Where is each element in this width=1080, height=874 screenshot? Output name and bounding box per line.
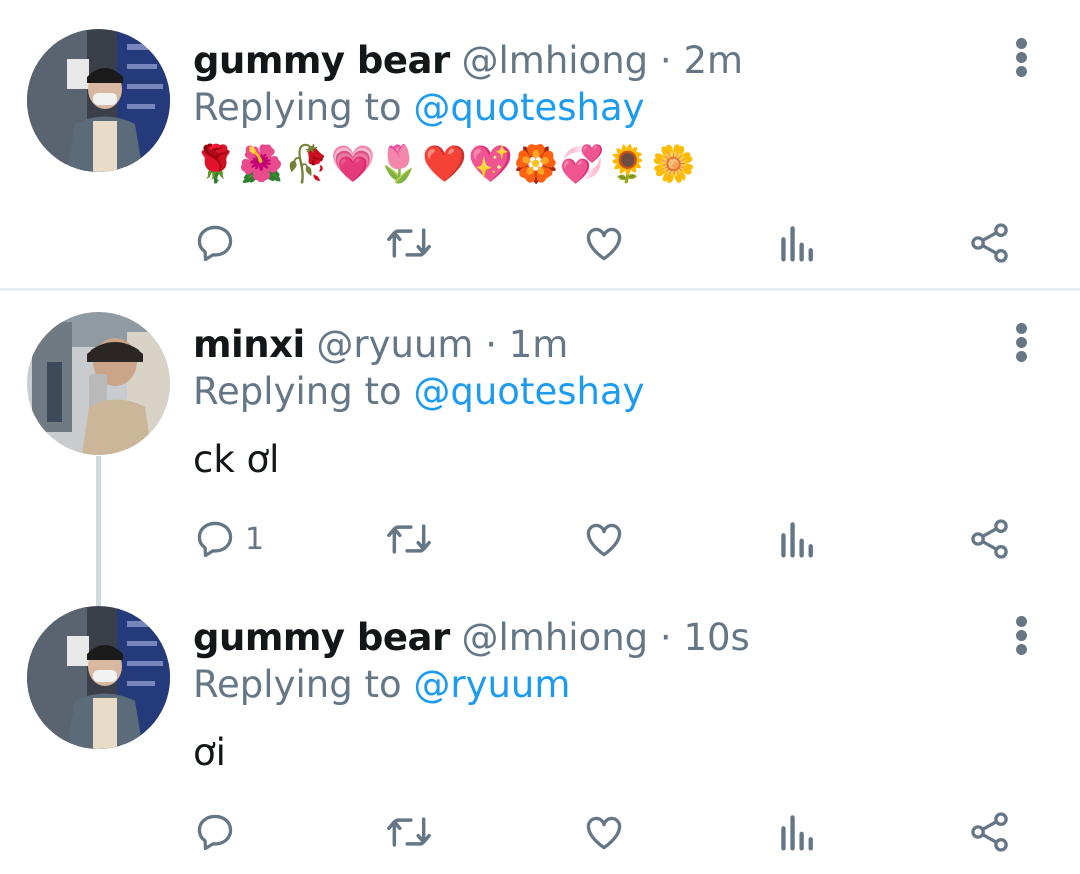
share-button[interactable]	[968, 219, 1012, 267]
user-handle[interactable]: @lmhiong	[462, 616, 649, 659]
share-icon	[971, 519, 1008, 559]
tweet-text: ck ơl	[193, 438, 280, 481]
action-bar: 1	[0, 515, 1080, 563]
user-handle[interactable]: @ryuum	[316, 323, 473, 366]
reply-count: 1	[245, 521, 265, 557]
replying-to: Replying to @ryuum	[193, 660, 570, 710]
analytics-button[interactable]	[778, 219, 818, 267]
like-button[interactable]	[582, 515, 626, 563]
analytics-icon	[781, 522, 813, 558]
avatar[interactable]	[27, 29, 170, 172]
more-options-icon[interactable]	[1010, 323, 1034, 363]
separator: ·	[659, 39, 672, 82]
action-bar	[0, 808, 1080, 856]
tweet-text: ơi	[193, 731, 226, 774]
action-bar	[0, 219, 1080, 267]
retweet-icon	[387, 228, 431, 258]
replying-to: Replying to @quoteshay	[193, 367, 645, 417]
separator: ·	[485, 323, 497, 366]
reply-button[interactable]: 1	[193, 515, 264, 563]
like-icon	[586, 816, 622, 850]
retweet-button[interactable]	[385, 219, 433, 267]
mention-link[interactable]: @quoteshay	[413, 86, 644, 129]
mention-link[interactable]: @quoteshay	[413, 370, 644, 413]
like-button[interactable]	[582, 808, 626, 856]
tweet-text: 🌹🌺🥀💗🌷❤️💖🏵️💞🌻🌼	[193, 144, 698, 185]
reply-icon	[197, 814, 233, 851]
reply-icon	[197, 521, 233, 558]
share-button[interactable]	[968, 515, 1012, 563]
replying-prefix: Replying to	[193, 370, 402, 413]
avatar[interactable]	[27, 312, 170, 455]
like-button[interactable]	[582, 219, 626, 267]
separator: ·	[659, 616, 672, 659]
reply-button[interactable]	[193, 808, 245, 856]
timestamp[interactable]: 1m	[509, 323, 569, 366]
tweet[interactable]: gummy bear @lmhiong · 10s Replying to @r…	[0, 588, 1080, 874]
display-name[interactable]: minxi	[193, 323, 305, 366]
tweet-header: gummy bear @lmhiong · 2m	[193, 36, 743, 86]
display-name[interactable]: gummy bear	[193, 616, 450, 659]
like-icon	[586, 523, 622, 557]
thread-connector	[96, 456, 101, 606]
share-icon	[971, 223, 1008, 263]
retweet-button[interactable]	[385, 808, 433, 856]
timestamp[interactable]: 10s	[683, 616, 749, 659]
share-icon	[971, 812, 1008, 852]
analytics-icon	[781, 226, 813, 262]
more-options-icon[interactable]	[1010, 38, 1034, 78]
retweet-icon	[387, 524, 431, 554]
user-handle[interactable]: @lmhiong	[462, 39, 649, 82]
share-button[interactable]	[968, 808, 1012, 856]
replying-to: Replying to @quoteshay	[193, 83, 645, 133]
like-icon	[586, 227, 622, 261]
retweet-icon	[387, 817, 431, 847]
tweet-header: minxi @ryuum · 1m	[193, 320, 568, 370]
tweet[interactable]: minxi @ryuum · 1m Replying to @quoteshay…	[0, 291, 1080, 588]
replying-prefix: Replying to	[193, 86, 402, 129]
reply-button[interactable]	[193, 219, 245, 267]
timestamp[interactable]: 2m	[683, 39, 743, 82]
avatar[interactable]	[27, 606, 170, 749]
analytics-button[interactable]	[778, 515, 818, 563]
mention-link[interactable]: @ryuum	[413, 663, 570, 706]
display-name[interactable]: gummy bear	[193, 39, 450, 82]
reply-icon	[197, 225, 233, 262]
analytics-button[interactable]	[778, 808, 818, 856]
replying-prefix: Replying to	[193, 663, 402, 706]
tweet-header: gummy bear @lmhiong · 10s	[193, 613, 750, 663]
more-options-icon[interactable]	[1010, 616, 1034, 656]
retweet-button[interactable]	[385, 515, 433, 563]
analytics-icon	[781, 815, 813, 851]
tweet[interactable]: gummy bear @lmhiong · 2m Replying to @qu…	[0, 0, 1080, 288]
